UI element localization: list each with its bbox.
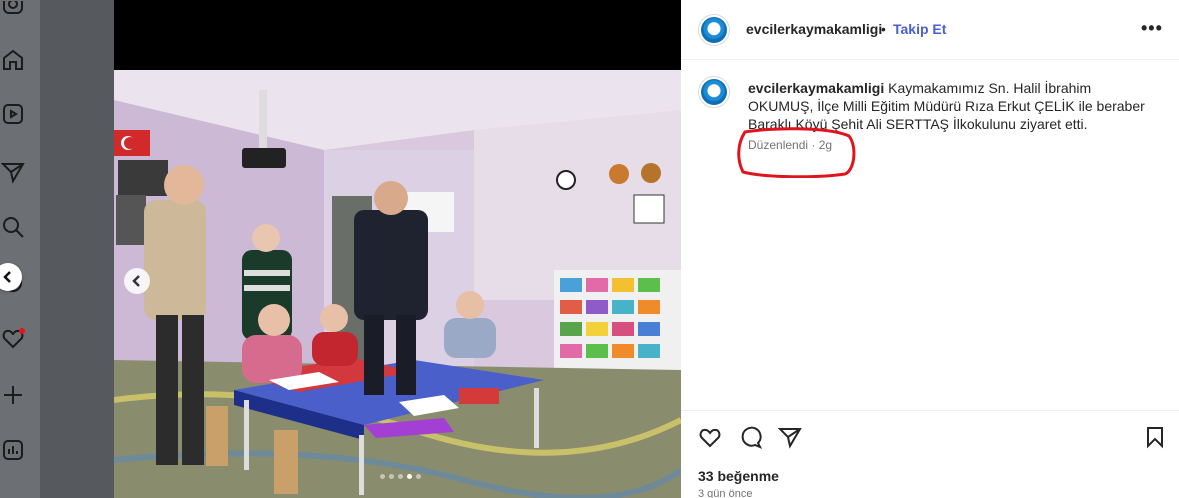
create-icon[interactable]: [0, 382, 26, 408]
follow-button[interactable]: Takip Et: [893, 21, 946, 37]
chevron-left-icon: [132, 275, 140, 287]
comment-icon: [741, 426, 762, 449]
comment-button[interactable]: [737, 424, 763, 450]
direct-icon[interactable]: [0, 159, 26, 185]
carousel-dot: [380, 474, 385, 479]
username-link[interactable]: evcilerkaymakamligi: [746, 21, 882, 37]
post-media[interactable]: [114, 0, 681, 498]
carousel-dot: [389, 474, 394, 479]
profile-logo-icon: [701, 79, 727, 105]
profile-logo-icon: [701, 17, 727, 43]
carousel-dot: [398, 474, 403, 479]
caption-avatar[interactable]: [698, 76, 730, 108]
post-photo: [114, 70, 681, 498]
chevron-left-icon: [3, 271, 11, 283]
more-options-icon[interactable]: •••: [1141, 18, 1163, 39]
post-date: 3 gün önce: [698, 488, 753, 498]
caption-username-link[interactable]: evcilerkaymakamligi: [748, 80, 884, 96]
save-button[interactable]: [1142, 424, 1168, 450]
share-icon: [778, 428, 802, 449]
avatar[interactable]: [698, 14, 730, 46]
post-actions: 33 beğenme 3 gün önce: [681, 410, 1179, 498]
post-header: evcilerkaymakamligi • Takip Et •••: [681, 0, 1179, 60]
share-button[interactable]: [777, 424, 803, 450]
separator-dot: •: [881, 21, 886, 37]
carousel-dot-active: [407, 474, 412, 479]
reels-icon[interactable]: [0, 101, 26, 127]
notifications-icon[interactable]: [0, 325, 26, 351]
carousel-dot: [416, 474, 421, 479]
bookmark-icon: [1147, 427, 1163, 449]
red-annotation-circle: [737, 127, 856, 178]
modal-backdrop[interactable]: [40, 0, 114, 498]
heart-icon: [699, 428, 721, 448]
post-info-panel: evcilerkaymakamligi • Takip Et ••• evcil…: [681, 0, 1179, 498]
likes-count[interactable]: 33 beğenme: [698, 468, 779, 484]
sidebar: [0, 0, 40, 498]
carousel-dots: [380, 474, 421, 479]
like-button[interactable]: [697, 424, 723, 450]
post-caption: evcilerkaymakamligi Kaymakamımız Sn. Hal…: [748, 79, 1158, 133]
carousel-prev-button[interactable]: [124, 268, 150, 294]
dashboard-icon[interactable]: [0, 437, 26, 463]
search-icon[interactable]: [0, 214, 26, 240]
instagram-icon[interactable]: [0, 0, 26, 26]
home-icon[interactable]: [0, 47, 26, 73]
